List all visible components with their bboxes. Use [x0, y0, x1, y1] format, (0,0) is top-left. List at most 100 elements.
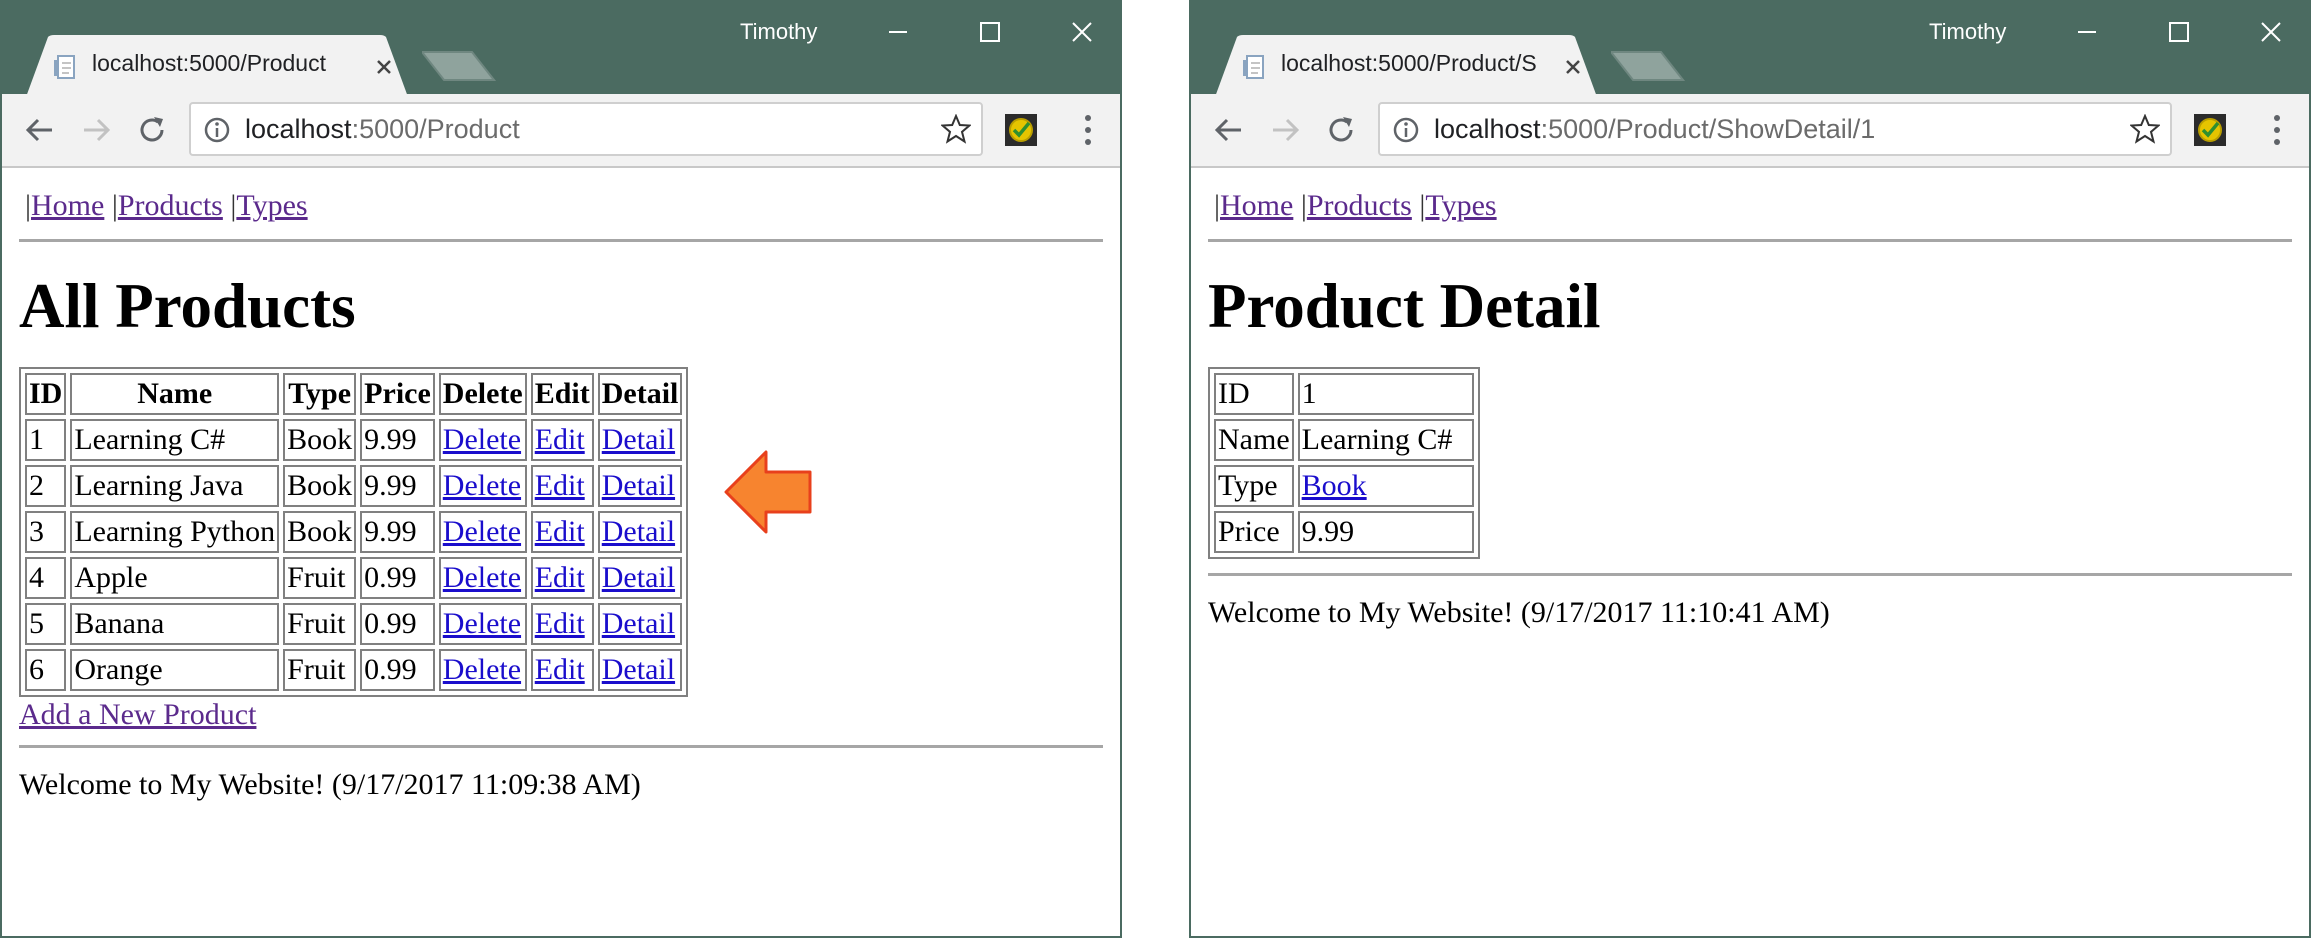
- detail-value: 9.99: [1297, 511, 1474, 553]
- cell-edit: Edit: [530, 557, 594, 599]
- cell-price: 0.99: [360, 557, 435, 599]
- table-row: 3 Learning Python Book 9.99 Delete Edit …: [25, 511, 683, 553]
- detail-link[interactable]: Detail: [602, 423, 675, 456]
- delete-link[interactable]: Delete: [443, 469, 521, 502]
- cell-edit: Edit: [530, 511, 594, 553]
- browser-tab[interactable]: localhost:5000/Product: [26, 35, 408, 97]
- detail-link[interactable]: Detail: [602, 607, 675, 640]
- info-icon[interactable]: [1392, 116, 1420, 149]
- col-header-name: Name: [70, 373, 280, 415]
- detail-link[interactable]: Detail: [602, 653, 675, 686]
- cell-name: Learning Python: [70, 511, 280, 553]
- edit-link[interactable]: Edit: [535, 561, 585, 594]
- forward-icon[interactable]: [74, 108, 118, 152]
- back-icon[interactable]: [18, 108, 62, 152]
- forward-icon[interactable]: [1263, 108, 1307, 152]
- title-bar[interactable]: localhost:5000/Product Timothy: [2, 2, 1120, 97]
- close-icon[interactable]: [372, 55, 396, 79]
- cell-price: 0.99: [360, 603, 435, 645]
- profile-name[interactable]: Timothy: [740, 19, 817, 45]
- edit-link[interactable]: Edit: [535, 607, 585, 640]
- table-row: 4 Apple Fruit 0.99 Delete Edit Detail: [25, 557, 683, 599]
- minimize-icon[interactable]: [2059, 10, 2115, 54]
- nav-link-products[interactable]: Products: [118, 189, 223, 222]
- edit-link[interactable]: Edit: [535, 515, 585, 548]
- reload-icon[interactable]: [1319, 108, 1363, 152]
- star-icon[interactable]: [2128, 113, 2162, 149]
- page-title: Product Detail: [1208, 271, 1601, 341]
- cell-detail: Detail: [597, 557, 683, 599]
- address-bar[interactable]: localhost:5000/Product: [189, 102, 983, 156]
- add-product-link[interactable]: Add a New Product: [19, 698, 256, 731]
- detail-link[interactable]: Detail: [602, 515, 675, 548]
- nav-link-types[interactable]: Types: [1425, 189, 1496, 222]
- nav-link-home[interactable]: Home: [1220, 189, 1293, 222]
- minimize-icon[interactable]: [870, 10, 926, 54]
- cell-delete: Delete: [438, 557, 527, 599]
- product-detail-table: ID 1 Name Learning C# Type Book Price 9.…: [1208, 367, 1480, 559]
- title-bar[interactable]: localhost:5000/Product/S Timothy: [1191, 2, 2309, 97]
- cell-detail: Detail: [597, 603, 683, 645]
- back-icon[interactable]: [1207, 108, 1251, 152]
- delete-link[interactable]: Delete: [443, 653, 521, 686]
- cell-id: 4: [25, 557, 67, 599]
- cell-name: Apple: [70, 557, 280, 599]
- menu-icon[interactable]: [1074, 110, 1102, 150]
- delete-link[interactable]: Delete: [443, 561, 521, 594]
- cell-detail: Detail: [597, 465, 683, 507]
- top-nav: |Home |Products |Types: [1214, 189, 1497, 222]
- extension-icon[interactable]: [1004, 113, 1038, 147]
- cell-id: 2: [25, 465, 67, 507]
- star-icon[interactable]: [939, 113, 973, 149]
- reload-icon[interactable]: [130, 108, 174, 152]
- type-link[interactable]: Book: [1302, 469, 1367, 502]
- maximize-icon[interactable]: [2151, 10, 2207, 54]
- cell-price: 9.99: [360, 511, 435, 553]
- cell-type: Book: [283, 511, 357, 553]
- url-text: localhost:5000/Product: [245, 114, 520, 144]
- col-header-delete: Delete: [438, 373, 527, 415]
- browser-tab[interactable]: localhost:5000/Product/S: [1215, 35, 1597, 97]
- detail-row: Type Book: [1214, 465, 1474, 507]
- address-bar[interactable]: localhost:5000/Product/ShowDetail/1: [1378, 102, 2172, 156]
- footer-message: Welcome to My Website! (9/17/2017 11:10:…: [1208, 596, 1830, 629]
- col-header-id: ID: [25, 373, 67, 415]
- detail-label: Price: [1214, 511, 1294, 553]
- nav-link-types[interactable]: Types: [236, 189, 307, 222]
- detail-link[interactable]: Detail: [602, 561, 675, 594]
- delete-link[interactable]: Delete: [443, 607, 521, 640]
- delete-link[interactable]: Delete: [443, 423, 521, 456]
- nav-link-products[interactable]: Products: [1307, 189, 1412, 222]
- detail-row: ID 1: [1214, 373, 1474, 415]
- window-close-icon[interactable]: [2243, 10, 2299, 54]
- delete-link[interactable]: Delete: [443, 515, 521, 548]
- menu-icon[interactable]: [2263, 110, 2291, 150]
- cell-name: Orange: [70, 649, 280, 691]
- cell-delete: Delete: [438, 603, 527, 645]
- edit-link[interactable]: Edit: [535, 469, 585, 502]
- col-header-detail: Detail: [597, 373, 683, 415]
- page-content: |Home |Products |Types Product Detail ID…: [1191, 168, 2309, 936]
- arrow-pointer-icon: [724, 450, 812, 534]
- cell-price: 9.99: [360, 419, 435, 461]
- footer-message: Welcome to My Website! (9/17/2017 11:09:…: [19, 768, 641, 801]
- detail-label: Type: [1214, 465, 1294, 507]
- page-icon: [1241, 53, 1267, 81]
- maximize-icon[interactable]: [962, 10, 1018, 54]
- new-tab-button[interactable]: [422, 50, 496, 82]
- new-tab-button[interactable]: [1611, 50, 1685, 82]
- edit-link[interactable]: Edit: [535, 653, 585, 686]
- window-close-icon[interactable]: [1054, 10, 1110, 54]
- close-icon[interactable]: [1561, 55, 1585, 79]
- products-table: ID Name Type Price Delete Edit Detail 1 …: [19, 367, 689, 697]
- detail-label: Name: [1214, 419, 1294, 461]
- profile-name[interactable]: Timothy: [1929, 19, 2006, 45]
- cell-edit: Edit: [530, 649, 594, 691]
- extension-icon[interactable]: [2193, 113, 2227, 147]
- col-header-edit: Edit: [530, 373, 594, 415]
- nav-link-home[interactable]: Home: [31, 189, 104, 222]
- edit-link[interactable]: Edit: [535, 423, 585, 456]
- info-icon[interactable]: [203, 116, 231, 149]
- browser-window-left: localhost:5000/Product Timothy localhost…: [0, 0, 1122, 938]
- detail-link[interactable]: Detail: [602, 469, 675, 502]
